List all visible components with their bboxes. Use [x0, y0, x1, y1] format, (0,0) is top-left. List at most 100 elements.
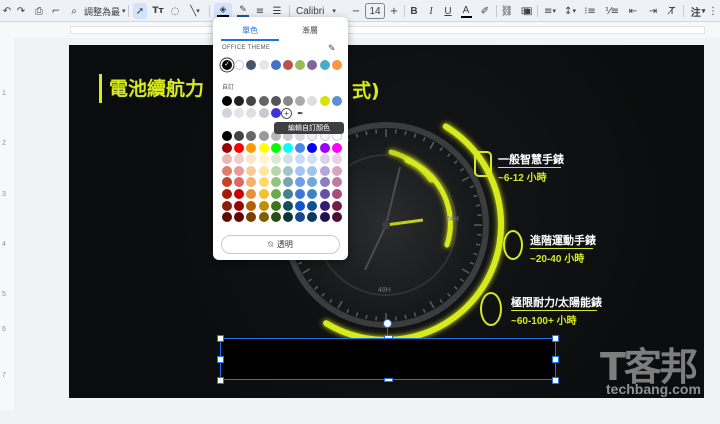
color-swatch[interactable]: [234, 212, 245, 223]
color-swatch[interactable]: [283, 212, 293, 223]
clear-format-icon[interactable]: T̸: [664, 3, 680, 19]
color-swatch[interactable]: [234, 165, 245, 176]
color-swatch[interactable]: [331, 189, 342, 199]
text-box-icon[interactable]: Tт: [151, 3, 165, 19]
decrease-indent-icon[interactable]: ⇤: [624, 3, 642, 19]
color-swatch[interactable]: [270, 212, 281, 223]
color-swatch[interactable]: [331, 96, 342, 106]
decrease-font-icon[interactable]: −: [350, 3, 362, 19]
color-swatch[interactable]: [234, 154, 245, 165]
color-swatch[interactable]: [283, 165, 293, 176]
color-swatch[interactable]: [319, 200, 330, 211]
color-swatch[interactable]: [246, 189, 257, 199]
link-icon[interactable]: ⛓: [500, 3, 514, 19]
color-swatch[interactable]: [295, 177, 306, 188]
color-swatch[interactable]: [234, 142, 245, 153]
color-swatch[interactable]: [270, 142, 281, 153]
line-icon[interactable]: ╲ ▾: [186, 3, 204, 19]
color-swatch[interactable]: [307, 177, 318, 188]
color-swatch[interactable]: [222, 131, 232, 141]
color-swatch[interactable]: [331, 165, 342, 176]
color-swatch[interactable]: [319, 189, 330, 199]
color-swatch[interactable]: [331, 154, 342, 165]
color-swatch[interactable]: [307, 212, 318, 223]
color-swatch[interactable]: [234, 108, 245, 118]
align-icon[interactable]: ≡ ▾: [541, 3, 559, 19]
selected-shape[interactable]: [220, 338, 556, 380]
color-swatch[interactable]: ✓: [222, 60, 232, 70]
underline-button[interactable]: U: [442, 3, 454, 19]
color-swatch[interactable]: [246, 60, 257, 70]
color-swatch[interactable]: [258, 142, 269, 153]
edit-theme-icon[interactable]: ✎: [328, 43, 336, 54]
color-swatch[interactable]: [270, 154, 281, 165]
resize-handle[interactable]: [384, 335, 393, 339]
color-swatch[interactable]: [222, 212, 232, 223]
color-swatch[interactable]: [331, 200, 342, 211]
color-swatch[interactable]: [270, 189, 281, 199]
color-swatch[interactable]: [234, 189, 245, 199]
color-swatch[interactable]: [319, 60, 330, 70]
color-swatch[interactable]: [283, 96, 293, 106]
italic-button[interactable]: I: [425, 3, 437, 19]
color-swatch[interactable]: [307, 96, 318, 106]
color-swatch[interactable]: [222, 154, 232, 165]
bold-button[interactable]: B: [408, 3, 420, 19]
color-swatch[interactable]: [270, 177, 281, 188]
color-swatch[interactable]: [222, 96, 232, 106]
color-swatch[interactable]: [258, 108, 269, 118]
color-swatch[interactable]: [246, 131, 257, 141]
resize-handle[interactable]: [217, 335, 224, 342]
color-swatch[interactable]: [246, 154, 257, 165]
color-swatch[interactable]: [246, 108, 257, 118]
color-swatch[interactable]: [258, 177, 269, 188]
shape-icon[interactable]: ◌: [168, 3, 182, 19]
add-custom-color-icon[interactable]: +: [281, 108, 292, 119]
color-swatch[interactable]: [234, 60, 245, 70]
color-swatch[interactable]: [283, 60, 293, 70]
color-swatch[interactable]: [258, 165, 269, 176]
tab-solid[interactable]: 單色: [221, 25, 279, 36]
color-swatch[interactable]: [295, 96, 306, 106]
select-cursor-icon[interactable]: ➚: [133, 3, 147, 19]
resize-handle[interactable]: [552, 335, 559, 342]
color-swatch[interactable]: [307, 165, 318, 176]
color-swatch[interactable]: [258, 131, 269, 141]
increase-indent-icon[interactable]: ⇥: [644, 3, 662, 19]
more-options-icon[interactable]: ⋮: [708, 3, 718, 19]
color-swatch[interactable]: [270, 165, 281, 176]
color-swatch[interactable]: [258, 189, 269, 199]
tab-gradient[interactable]: 漸層: [281, 25, 339, 36]
color-swatch[interactable]: [319, 212, 330, 223]
font-size-input[interactable]: 14: [365, 3, 385, 19]
color-swatch[interactable]: [283, 142, 293, 153]
resize-handle[interactable]: [217, 356, 224, 363]
color-swatch[interactable]: [295, 154, 306, 165]
color-swatch[interactable]: [234, 200, 245, 211]
paint-format-icon[interactable]: ⌐: [50, 3, 62, 19]
color-swatch[interactable]: [246, 165, 257, 176]
color-swatch[interactable]: [270, 200, 281, 211]
text-color-button[interactable]: A: [459, 3, 473, 19]
color-swatch[interactable]: [295, 189, 306, 199]
color-swatch[interactable]: [258, 60, 269, 70]
color-swatch[interactable]: [331, 212, 342, 223]
color-swatch[interactable]: [283, 200, 293, 211]
color-swatch[interactable]: [246, 96, 257, 106]
color-swatch[interactable]: [295, 142, 306, 153]
color-swatch[interactable]: [234, 131, 245, 141]
color-swatch[interactable]: [222, 177, 232, 188]
color-swatch[interactable]: [319, 177, 330, 188]
color-swatch[interactable]: [222, 189, 232, 199]
color-swatch[interactable]: [295, 60, 306, 70]
bulleted-list-icon[interactable]: ⁝≡: [581, 3, 599, 19]
zoom-select[interactable]: 調整為最 ▾: [84, 3, 126, 19]
color-swatch[interactable]: [331, 142, 342, 153]
color-swatch[interactable]: [246, 200, 257, 211]
numbered-list-icon[interactable]: ⅟≡: [603, 3, 621, 19]
color-swatch[interactable]: [307, 60, 318, 70]
color-swatch[interactable]: [222, 200, 232, 211]
color-swatch[interactable]: [307, 142, 318, 153]
color-swatch[interactable]: [307, 189, 318, 199]
color-swatch[interactable]: [307, 200, 318, 211]
